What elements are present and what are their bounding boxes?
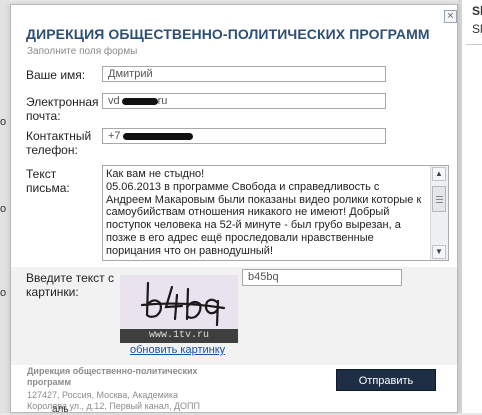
name-label: Ваше имя: <box>26 68 86 82</box>
footer-org: Дирекция общественно-политических програм… <box>27 366 198 387</box>
background-divider <box>466 44 482 45</box>
message-textarea[interactable]: Как вам не стыдно! 05.06.2013 в программ… <box>102 165 449 261</box>
redaction-scribble <box>121 97 158 105</box>
close-icon: × <box>447 10 454 22</box>
refresh-captcha-link[interactable]: обновить картинку <box>130 344 225 356</box>
background-text: Sl <box>472 22 482 36</box>
scroll-down-icon[interactable]: ▼ <box>432 245 446 259</box>
dialog-subtitle: Заполните поля формы <box>27 46 138 57</box>
submit-button[interactable]: Отправить <box>336 369 436 391</box>
scroll-thumb[interactable] <box>432 186 446 212</box>
background-text: аль <box>52 404 69 415</box>
captcha-label: Введите текст с картинки: <box>26 271 114 299</box>
captcha-glyphs <box>140 281 226 327</box>
background-page-right <box>462 0 482 413</box>
name-field[interactable]: Дмитрий <box>102 66 386 82</box>
background-text: o <box>0 203 7 215</box>
email-field[interactable]: vd ru <box>102 93 386 109</box>
feedback-dialog: × ДИРЕКЦИЯ ОБЩЕСТВЕННО-ПОЛИТИЧЕСКИХ ПРОГ… <box>10 4 458 413</box>
captcha-watermark: www.1tv.ru <box>120 329 238 343</box>
message-label: Текст письма: <box>26 167 70 195</box>
phone-field[interactable]: +7 <box>102 128 386 144</box>
captcha-image: www.1tv.ru <box>120 275 238 343</box>
background-text: Sl <box>472 4 482 18</box>
message-text: Как вам не стыдно! 05.06.2013 в программ… <box>106 168 422 257</box>
redaction-scribble <box>122 132 193 140</box>
background-text: o <box>0 116 7 128</box>
phone-label: Контактный телефон: <box>26 129 92 157</box>
email-label: Электронная почта: <box>26 95 99 123</box>
close-button[interactable]: × <box>444 10 457 23</box>
captcha-field[interactable]: b45bq <box>242 269 402 286</box>
scroll-up-icon[interactable]: ▲ <box>432 167 446 181</box>
dialog-title: ДИРЕКЦИЯ ОБЩЕСТВЕННО-ПОЛИТИЧЕСКИХ ПРОГРА… <box>26 26 430 42</box>
textarea-scrollbar[interactable]: ▲ ▼ <box>430 166 448 260</box>
background-text: o <box>0 287 7 299</box>
